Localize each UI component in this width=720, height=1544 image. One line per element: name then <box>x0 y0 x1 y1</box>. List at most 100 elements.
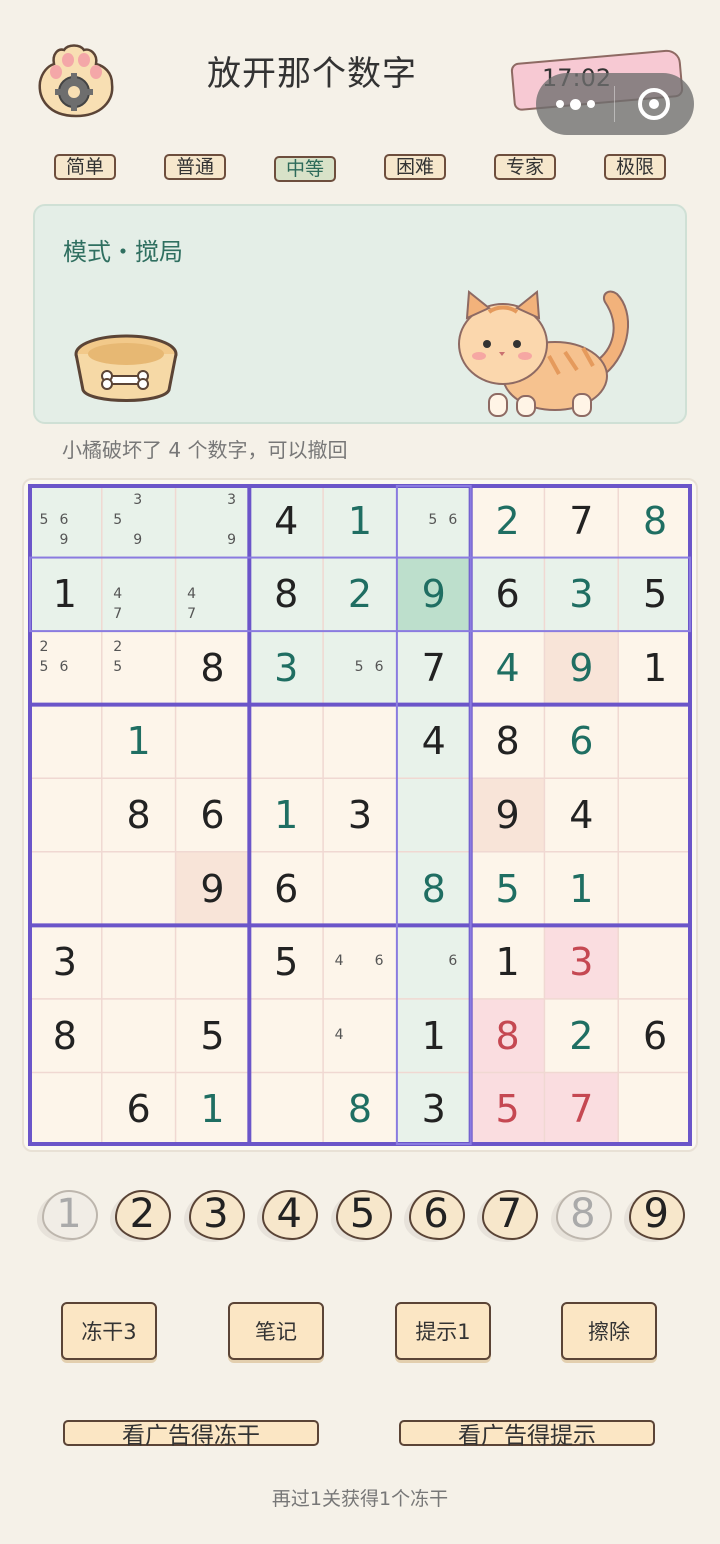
sudoku-cell-r7c1[interactable]: 3 <box>28 925 102 999</box>
sudoku-cell-r7c9[interactable] <box>618 925 692 999</box>
sudoku-cell-r3c5[interactable]: 56 <box>323 631 397 705</box>
sudoku-cell-r5c4[interactable]: 1 <box>249 778 324 852</box>
sudoku-cell-r3c7[interactable]: 4 <box>470 631 545 705</box>
tab-expert[interactable]: 专家 <box>494 154 556 180</box>
notes-button[interactable]: 笔记 <box>228 1302 324 1360</box>
sudoku-cell-r2c3[interactable]: 47 <box>175 557 250 632</box>
sudoku-cell-r4c5[interactable] <box>323 704 397 779</box>
sudoku-cell-r9c4[interactable] <box>249 1072 324 1146</box>
sudoku-cell-r3c8[interactable]: 9 <box>544 631 619 705</box>
freeze-button[interactable]: 冻干3 <box>61 1302 157 1360</box>
sudoku-cell-r9c1[interactable] <box>28 1072 102 1146</box>
sudoku-cell-r4c1[interactable] <box>28 704 102 779</box>
sudoku-cell-r4c4[interactable] <box>249 704 324 779</box>
number-button-7[interactable]: 7 <box>476 1184 542 1244</box>
sudoku-cell-r8c2[interactable] <box>101 998 176 1073</box>
sudoku-cell-r1c3[interactable]: 39 <box>175 484 250 558</box>
tab-normal[interactable]: 普通 <box>164 154 226 180</box>
sudoku-cell-r1c5[interactable]: 1 <box>323 484 397 558</box>
sudoku-cell-r6c3[interactable]: 9 <box>175 851 250 926</box>
sudoku-cell-r1c8[interactable]: 7 <box>544 484 619 558</box>
sudoku-cell-r2c8[interactable]: 3 <box>544 557 619 632</box>
sudoku-cell-r4c9[interactable] <box>618 704 692 779</box>
number-button-3[interactable]: 3 <box>183 1184 249 1244</box>
sudoku-cell-r2c1[interactable]: 1 <box>28 557 102 632</box>
sudoku-cell-r3c6[interactable]: 7 <box>396 631 471 705</box>
sudoku-cell-r2c9[interactable]: 5 <box>618 557 692 632</box>
sudoku-cell-r7c7[interactable]: 1 <box>470 925 545 999</box>
sudoku-cell-r9c9[interactable] <box>618 1072 692 1146</box>
close-program-button[interactable] <box>615 73 693 135</box>
number-button-5[interactable]: 5 <box>330 1184 396 1244</box>
sudoku-cell-r6c6[interactable]: 8 <box>396 851 471 926</box>
number-button-2[interactable]: 2 <box>109 1184 175 1244</box>
sudoku-cell-r9c3[interactable]: 1 <box>175 1072 250 1146</box>
sudoku-cell-r3c3[interactable]: 8 <box>175 631 250 705</box>
sudoku-cell-r2c5[interactable]: 2 <box>323 557 397 632</box>
sudoku-cell-r3c2[interactable]: 25 <box>101 631 176 705</box>
sudoku-cell-r7c4[interactable]: 5 <box>249 925 324 999</box>
sudoku-cell-r2c2[interactable]: 47 <box>101 557 176 632</box>
sudoku-cell-r2c4[interactable]: 8 <box>249 557 324 632</box>
sudoku-cell-r3c4[interactable]: 3 <box>249 631 324 705</box>
sudoku-cell-r8c7[interactable]: 8 <box>470 998 545 1073</box>
sudoku-cell-r9c7[interactable]: 5 <box>470 1072 545 1146</box>
more-menu-button[interactable] <box>536 73 614 135</box>
sudoku-cell-r7c8[interactable]: 3 <box>544 925 619 999</box>
sudoku-cell-r8c5[interactable]: 4 <box>323 998 397 1073</box>
sudoku-cell-r1c4[interactable]: 4 <box>249 484 324 558</box>
sudoku-cell-r8c1[interactable]: 8 <box>28 998 102 1073</box>
sudoku-cell-r2c7[interactable]: 6 <box>470 557 545 632</box>
sudoku-cell-r6c7[interactable]: 5 <box>470 851 545 926</box>
tab-hard[interactable]: 困难 <box>384 154 446 180</box>
number-button-4[interactable]: 4 <box>256 1184 322 1244</box>
sudoku-cell-r1c9[interactable]: 8 <box>618 484 692 558</box>
sudoku-cell-r9c5[interactable]: 8 <box>323 1072 397 1146</box>
number-button-1[interactable]: 1 <box>36 1184 102 1244</box>
hint-button[interactable]: 提示1 <box>395 1302 491 1360</box>
sudoku-cell-r5c6[interactable] <box>396 778 471 852</box>
sudoku-cell-r8c4[interactable] <box>249 998 324 1073</box>
sudoku-cell-r1c6[interactable]: 56 <box>396 484 471 558</box>
sudoku-cell-r5c2[interactable]: 8 <box>101 778 176 852</box>
sudoku-cell-r3c1[interactable]: 2 56 <box>28 631 102 705</box>
sudoku-cell-r8c3[interactable]: 5 <box>175 998 250 1073</box>
sudoku-cell-r1c7[interactable]: 2 <box>470 484 545 558</box>
sudoku-cell-r6c9[interactable] <box>618 851 692 926</box>
sudoku-cell-r2c6[interactable]: 9 <box>396 557 471 632</box>
tab-medium[interactable]: 中等 <box>274 156 336 182</box>
sudoku-cell-r3c9[interactable]: 1 <box>618 631 692 705</box>
sudoku-cell-r6c1[interactable] <box>28 851 102 926</box>
sudoku-cell-r9c8[interactable]: 7 <box>544 1072 619 1146</box>
erase-button[interactable]: 擦除 <box>561 1302 657 1360</box>
sudoku-cell-r8c6[interactable]: 1 <box>396 998 471 1073</box>
sudoku-cell-r6c2[interactable] <box>101 851 176 926</box>
sudoku-cell-r5c5[interactable]: 3 <box>323 778 397 852</box>
sudoku-cell-r5c7[interactable]: 9 <box>470 778 545 852</box>
sudoku-cell-r7c6[interactable]: 6 <box>396 925 471 999</box>
sudoku-cell-r4c3[interactable] <box>175 704 250 779</box>
watch-ad-freeze-button[interactable]: 看广告得冻干 <box>63 1420 319 1449</box>
tab-extreme[interactable]: 极限 <box>604 154 666 180</box>
sudoku-cell-r4c8[interactable]: 6 <box>544 704 619 779</box>
sudoku-cell-r9c2[interactable]: 6 <box>101 1072 176 1146</box>
watch-ad-hint-button[interactable]: 看广告得提示 <box>399 1420 655 1449</box>
sudoku-cell-r6c4[interactable]: 6 <box>249 851 324 926</box>
sudoku-cell-r6c5[interactable] <box>323 851 397 926</box>
sudoku-cell-r1c1[interactable]: 56 9 <box>28 484 102 558</box>
sudoku-cell-r7c2[interactable] <box>101 925 176 999</box>
sudoku-cell-r8c9[interactable]: 6 <box>618 998 692 1073</box>
sudoku-cell-r5c1[interactable] <box>28 778 102 852</box>
sudoku-cell-r4c7[interactable]: 8 <box>470 704 545 779</box>
sudoku-cell-r5c3[interactable]: 6 <box>175 778 250 852</box>
sudoku-cell-r7c3[interactable] <box>175 925 250 999</box>
sudoku-cell-r8c8[interactable]: 2 <box>544 998 619 1073</box>
sudoku-cell-r1c2[interactable]: 359 <box>101 484 176 558</box>
sudoku-cell-r6c8[interactable]: 1 <box>544 851 619 926</box>
tab-easy[interactable]: 简单 <box>54 154 116 180</box>
sudoku-cell-r5c9[interactable] <box>618 778 692 852</box>
sudoku-cell-r4c6[interactable]: 4 <box>396 704 471 779</box>
sudoku-cell-r5c8[interactable]: 4 <box>544 778 619 852</box>
sudoku-cell-r9c6[interactable]: 3 <box>396 1072 471 1146</box>
number-button-8[interactable]: 8 <box>550 1184 616 1244</box>
